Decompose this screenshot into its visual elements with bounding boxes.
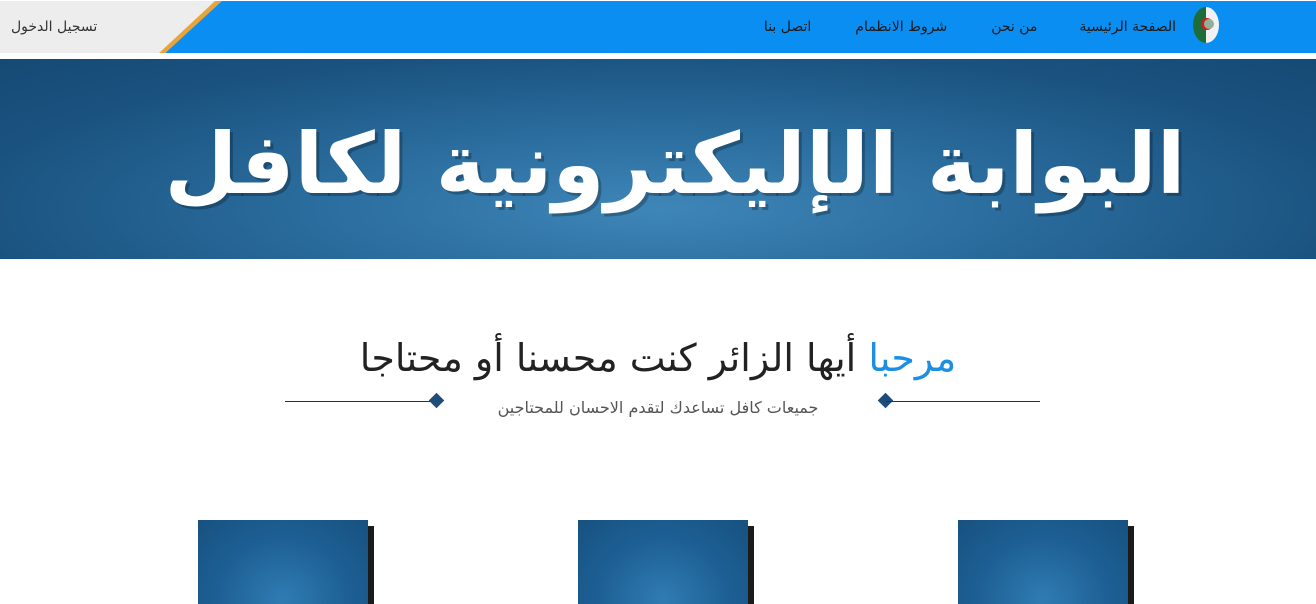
main-menu: الصفحة الرئيسية من نحن شروط الانظمام اتص… bbox=[764, 0, 1176, 53]
flag-crescent-cut bbox=[1204, 19, 1214, 29]
feature-card[interactable]: ــــ bbox=[198, 520, 368, 604]
card-image-icon: ــــ bbox=[266, 590, 300, 604]
divider-line-right bbox=[886, 401, 1040, 402]
divider-line-left bbox=[285, 401, 433, 402]
feature-card[interactable]: ــــ bbox=[578, 520, 748, 604]
nav-item-about[interactable]: من نحن bbox=[991, 19, 1037, 35]
card-image-icon: ــــ bbox=[646, 590, 680, 604]
welcome-heading-text: أيها الزائر كنت محسنا أو محتاجا bbox=[359, 336, 857, 380]
card-image-icon: ــــ bbox=[1026, 590, 1060, 604]
nav-item-terms[interactable]: شروط الانظمام bbox=[855, 19, 947, 35]
nav-item-contact[interactable]: اتصل بنا bbox=[764, 19, 811, 35]
welcome-accent: مرحبا bbox=[868, 336, 957, 380]
algeria-flag-icon[interactable] bbox=[1193, 7, 1219, 43]
top-navbar: تسجيل الدخول الصفحة الرئيسية من نحن شروط… bbox=[0, 0, 1316, 56]
welcome-heading: مرحبا أيها الزائر كنت محسنا أو محتاجا bbox=[0, 330, 1316, 386]
hero-banner: البوابة الإليكترونية لكافل bbox=[0, 59, 1316, 259]
feature-card[interactable]: ــــ bbox=[958, 520, 1128, 604]
banner-title: البوابة الإليكترونية لكافل bbox=[164, 115, 1186, 213]
login-link[interactable]: تسجيل الدخول bbox=[11, 19, 97, 35]
nav-item-home[interactable]: الصفحة الرئيسية bbox=[1079, 19, 1176, 35]
welcome-tagline: جميعات كافل تساعدك لتقدم الاحسان للمحتاج… bbox=[497, 398, 819, 417]
